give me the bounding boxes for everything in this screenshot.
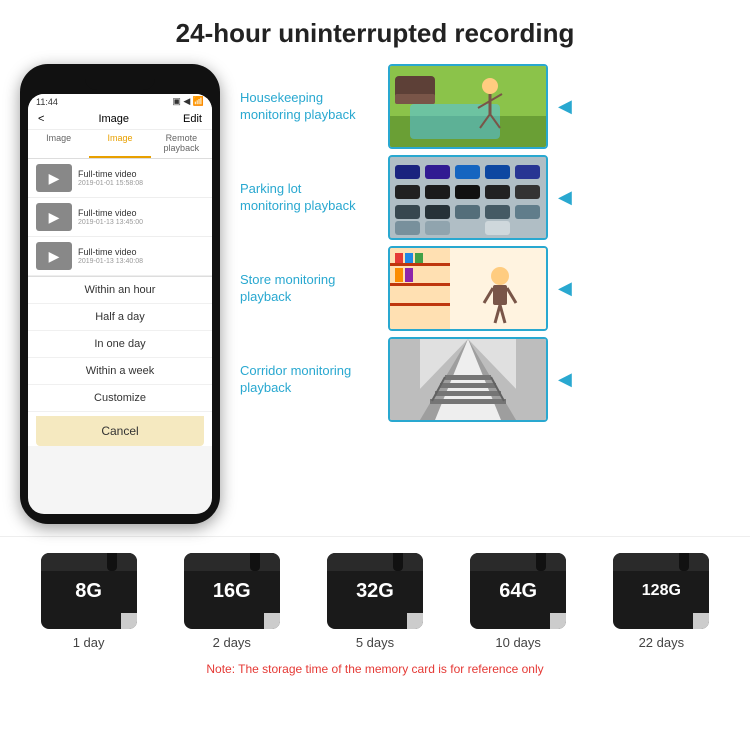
main-content: 11:44 ▣ ◀ 📶 < Image Edit Image Image Rem… [0,59,750,524]
phone-back[interactable]: < [38,113,44,125]
sd-card-32g: 32G 5 days [327,553,423,650]
monitoring-section: Housekeepingmonitoring playback [240,59,740,422]
monitoring-label-parking: Parking lotmonitoring playback [240,181,380,215]
monitoring-row-parking: Parking lotmonitoring playback [240,155,740,240]
tab-image-1[interactable]: Image [28,130,89,158]
sd-card-notch [393,553,403,571]
sd-cards-section: 8G 1 day 16G 2 days 32G 5 days 64G 10 da… [0,536,750,692]
sd-card-icon-64g: 64G [470,553,566,629]
dropdown-item-within-hour[interactable]: Within an hour [28,277,212,304]
sd-card-notch [536,553,546,571]
dropdown-cancel[interactable]: Cancel [36,416,204,446]
photo-scene-corridor [390,339,546,420]
phone-video-list: ▶ Full-time video 2019-01-01 15:58:08 ▶ … [28,159,212,276]
phone-nav: < Image Edit [28,109,212,130]
video-title: Full-time video [78,247,143,257]
sd-card-notch [250,553,260,571]
list-item[interactable]: ▶ Full-time video 2019-01-01 15:58:08 [28,159,212,198]
arrow-store: ◀ [558,278,572,299]
sd-card-64g: 64G 10 days [470,553,566,650]
tab-image-2[interactable]: Image [89,130,150,158]
tab-remote-playback[interactable]: Remote playback [151,130,212,158]
video-date: 2019-01-13 13:40:08 [78,258,143,265]
page-title: 24-hour uninterrupted recording [0,0,750,59]
monitoring-photo-housekeeping [388,64,548,149]
dropdown-item-one-day[interactable]: In one day [28,331,212,358]
monitoring-photo-store [388,246,548,331]
dropdown-item-within-week[interactable]: Within a week [28,358,212,385]
sd-days-64g: 10 days [495,635,541,650]
monitoring-photo-parking [388,155,548,240]
monitoring-label-corridor: Corridor monitoringplayback [240,363,380,397]
monitoring-label-housekeeping: Housekeepingmonitoring playback [240,90,380,124]
sd-card-notch [679,553,689,571]
phone-status-bar: 11:44 ▣ ◀ 📶 [28,94,212,109]
video-date: 2019-01-13 13:45:00 [78,219,143,226]
sd-size-label-32g: 32G [356,580,394,603]
video-title: Full-time video [78,169,143,179]
phone-time: 11:44 [36,97,58,107]
sd-days-16g: 2 days [213,635,251,650]
sd-card-icon-32g: 32G [327,553,423,629]
phone-nav-title: Image [98,113,129,125]
sd-size-label-64g: 64G [499,580,537,603]
sd-card-icon-16g: 16G [184,553,280,629]
arrow-corridor: ◀ [558,369,572,390]
video-thumb: ▶ [36,203,72,231]
list-item[interactable]: ▶ Full-time video 2019-01-13 13:45:00 [28,198,212,237]
phone-tabs: Image Image Remote playback [28,130,212,159]
sd-card-icon-128g: 128G [613,553,709,629]
sd-days-8g: 1 day [73,635,105,650]
phone-edit[interactable]: Edit [183,113,202,125]
sd-card-128g: 128G 22 days [613,553,709,650]
monitoring-row-housekeeping: Housekeepingmonitoring playback [240,64,740,149]
arrow-housekeeping: ◀ [558,96,572,117]
monitoring-row-corridor: Corridor monitoringplayback [240,337,740,422]
list-item[interactable]: ▶ Full-time video 2019-01-13 13:40:08 [28,237,212,276]
phone-device: 11:44 ▣ ◀ 📶 < Image Edit Image Image Rem… [20,64,220,524]
video-title: Full-time video [78,208,143,218]
photo-scene-parking [390,157,546,238]
sd-card-16g: 16G 2 days [184,553,280,650]
phone-icons: ▣ ◀ 📶 [172,96,204,107]
sd-days-128g: 22 days [639,635,685,650]
sd-card-icon-8g: 8G [41,553,137,629]
sd-size-label-128g: 128G [642,582,681,600]
sd-cards-row: 8G 1 day 16G 2 days 32G 5 days 64G 10 da… [20,553,730,650]
phone-dropdown: Within an hour Half a day In one day Wit… [28,276,212,446]
dropdown-item-customize[interactable]: Customize [28,385,212,412]
dropdown-item-half-day[interactable]: Half a day [28,304,212,331]
monitoring-label-store: Store monitoringplayback [240,272,380,306]
photo-scene-housekeeping [390,66,546,147]
monitoring-row-store: Store monitoringplayback [240,246,740,331]
sd-size-label-16g: 16G [213,580,251,603]
sd-days-32g: 5 days [356,635,394,650]
video-thumb: ▶ [36,164,72,192]
monitoring-photo-corridor [388,337,548,422]
sd-card-notch [107,553,117,571]
phone-notch [85,74,155,90]
sd-card-8g: 8G 1 day [41,553,137,650]
video-date: 2019-01-01 15:58:08 [78,180,143,187]
storage-note: Note: The storage time of the memory car… [20,662,730,684]
phone-mockup: 11:44 ▣ ◀ 📶 < Image Edit Image Image Rem… [10,59,230,524]
photo-scene-store [390,248,546,329]
sd-size-label-8g: 8G [75,580,102,603]
arrow-parking: ◀ [558,187,572,208]
video-thumb: ▶ [36,242,72,270]
phone-screen: 11:44 ▣ ◀ 📶 < Image Edit Image Image Rem… [28,94,212,514]
